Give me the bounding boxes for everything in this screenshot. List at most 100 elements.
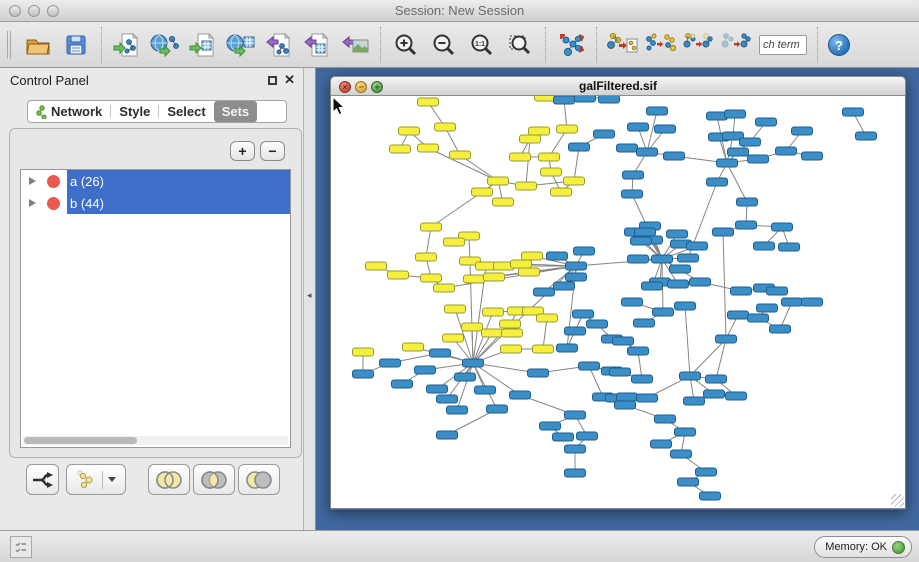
graph-node[interactable] bbox=[529, 127, 550, 135]
graph-node[interactable] bbox=[792, 127, 813, 135]
graph-node[interactable] bbox=[392, 380, 413, 388]
graph-node[interactable] bbox=[628, 347, 649, 355]
help-button[interactable]: ? bbox=[828, 34, 850, 56]
graph-edge[interactable] bbox=[574, 147, 579, 181]
export-table-button[interactable] bbox=[298, 26, 336, 64]
graph-node[interactable] bbox=[554, 96, 575, 104]
import-network-file-button[interactable] bbox=[108, 26, 146, 64]
scrollbar-thumb[interactable] bbox=[24, 437, 137, 444]
graph-node[interactable] bbox=[399, 127, 420, 135]
expander-triangle-icon[interactable] bbox=[29, 177, 36, 185]
graph-node[interactable] bbox=[610, 368, 631, 376]
graph-node[interactable] bbox=[737, 198, 758, 206]
graph-node[interactable] bbox=[716, 335, 737, 343]
expander-triangle-icon[interactable] bbox=[29, 199, 36, 207]
graph-node[interactable] bbox=[403, 343, 424, 351]
copy-network-view-button[interactable] bbox=[603, 26, 641, 64]
graph-node[interactable] bbox=[713, 228, 734, 236]
graph-node[interactable] bbox=[519, 268, 540, 276]
graph-node[interactable] bbox=[675, 302, 696, 310]
graph-node[interactable] bbox=[522, 252, 543, 260]
graph-node[interactable] bbox=[418, 98, 439, 106]
graph-node[interactable] bbox=[655, 125, 676, 133]
graph-node[interactable] bbox=[430, 349, 451, 357]
graph-node[interactable] bbox=[421, 223, 442, 231]
add-set-button[interactable]: + bbox=[230, 141, 255, 161]
tab-style[interactable]: Style bbox=[111, 101, 158, 122]
graph-node[interactable] bbox=[537, 314, 558, 322]
graph-edge[interactable] bbox=[457, 363, 473, 410]
graph-node[interactable] bbox=[617, 144, 638, 152]
graph-node[interactable] bbox=[565, 327, 586, 335]
graph-node[interactable] bbox=[574, 247, 595, 255]
graph-node[interactable] bbox=[510, 153, 531, 161]
graph-node[interactable] bbox=[388, 271, 409, 279]
graph-node[interactable] bbox=[510, 391, 531, 399]
graph-edge[interactable] bbox=[716, 339, 726, 379]
graph-node[interactable] bbox=[447, 406, 468, 414]
graph-node[interactable] bbox=[668, 280, 689, 288]
graph-node[interactable] bbox=[628, 255, 649, 263]
graph-node[interactable] bbox=[380, 359, 401, 367]
graph-node[interactable] bbox=[575, 96, 596, 102]
graph-node[interactable] bbox=[617, 393, 638, 401]
graph-node[interactable] bbox=[779, 243, 800, 251]
graph-node[interactable] bbox=[599, 96, 620, 103]
export-image-button[interactable] bbox=[336, 26, 374, 64]
graph-node[interactable] bbox=[728, 311, 749, 319]
graph-node[interactable] bbox=[501, 345, 522, 353]
graph-node[interactable] bbox=[728, 148, 749, 156]
graph-node[interactable] bbox=[502, 329, 523, 337]
save-session-button[interactable] bbox=[57, 26, 95, 64]
graph-node[interactable] bbox=[675, 428, 696, 436]
graph-node[interactable] bbox=[637, 148, 658, 156]
graph-node[interactable] bbox=[475, 386, 496, 394]
panel-splitter[interactable]: ◂ bbox=[305, 68, 316, 530]
union-sets-button[interactable] bbox=[148, 464, 190, 495]
graph-node[interactable] bbox=[706, 375, 727, 383]
graph-node[interactable] bbox=[500, 320, 521, 328]
close-panel-icon[interactable]: ✕ bbox=[284, 72, 295, 88]
graph-node[interactable] bbox=[535, 96, 556, 101]
export-network-button[interactable] bbox=[260, 26, 298, 64]
resize-grip[interactable] bbox=[891, 494, 904, 507]
import-network-url-button[interactable] bbox=[146, 26, 184, 64]
graph-node[interactable] bbox=[434, 284, 455, 292]
tab-select[interactable]: Select bbox=[159, 101, 213, 122]
graph-node[interactable] bbox=[700, 492, 721, 500]
graph-node[interactable] bbox=[653, 308, 674, 316]
graph-node[interactable] bbox=[717, 159, 738, 167]
graph-node[interactable] bbox=[647, 107, 668, 115]
graph-node[interactable] bbox=[564, 177, 585, 185]
graph-node[interactable] bbox=[664, 152, 685, 160]
graph-node[interactable] bbox=[623, 171, 644, 179]
graph-node[interactable] bbox=[613, 337, 634, 345]
graph-node[interactable] bbox=[511, 260, 532, 268]
graph-node[interactable] bbox=[534, 288, 555, 296]
graph-node[interactable] bbox=[437, 395, 458, 403]
network-graph[interactable] bbox=[331, 96, 905, 509]
graph-node[interactable] bbox=[726, 392, 747, 400]
graph-edge[interactable] bbox=[472, 327, 473, 363]
graph-node[interactable] bbox=[445, 305, 466, 313]
graph-node[interactable] bbox=[748, 314, 769, 322]
graph-node[interactable] bbox=[622, 190, 643, 198]
graph-node[interactable] bbox=[554, 282, 575, 290]
graph-edge[interactable] bbox=[685, 306, 690, 376]
collapse-panel-arrow-icon[interactable]: ◂ bbox=[307, 290, 312, 301]
graph-node[interactable] bbox=[416, 253, 437, 261]
remove-set-button[interactable]: − bbox=[260, 141, 285, 161]
toolbar-drag-handle[interactable] bbox=[7, 31, 11, 59]
zoom-in-button[interactable] bbox=[387, 26, 425, 64]
horizontal-scrollbar[interactable] bbox=[23, 436, 288, 445]
graph-edge[interactable] bbox=[543, 318, 547, 349]
zoom-fit-selected-button[interactable] bbox=[501, 26, 539, 64]
graph-node[interactable] bbox=[684, 397, 705, 405]
graph-node[interactable] bbox=[444, 238, 465, 246]
float-panel-icon[interactable] bbox=[268, 76, 277, 85]
set-row-b[interactable]: b (44) bbox=[21, 192, 290, 214]
graph-node[interactable] bbox=[622, 298, 643, 306]
zoom-actual-size-button[interactable]: 1:1 bbox=[463, 26, 501, 64]
graph-node[interactable] bbox=[594, 130, 615, 138]
graph-node[interactable] bbox=[450, 151, 471, 159]
